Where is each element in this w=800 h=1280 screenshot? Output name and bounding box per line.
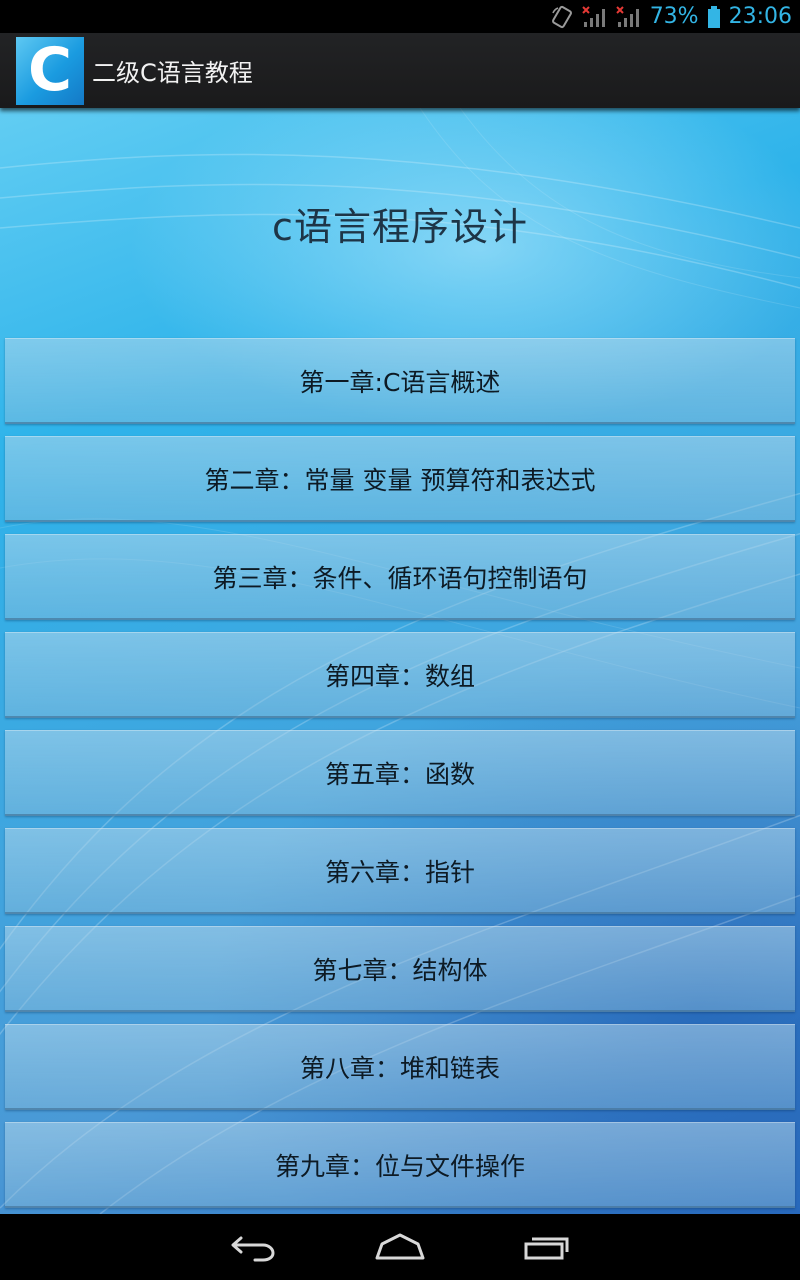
- chapter-list: 第一章:C语言概述 第二章：常量 变量 预算符和表达式 第三章：条件、循环语句控…: [5, 338, 795, 1214]
- back-icon[interactable]: [229, 1232, 277, 1262]
- chapter-8-button[interactable]: 第八章：堆和链表: [5, 1024, 795, 1110]
- signal-no-sim-icon: [615, 5, 642, 29]
- chapter-2-button[interactable]: 第二章：常量 变量 预算符和表达式: [5, 436, 795, 522]
- chapter-6-button[interactable]: 第六章：指针: [5, 828, 795, 914]
- clock: 23:06: [728, 4, 792, 29]
- chapter-4-button[interactable]: 第四章：数组: [5, 632, 795, 718]
- chapter-9-button[interactable]: 第九章：位与文件操作: [5, 1122, 795, 1208]
- page-title: c语言程序设计: [272, 205, 528, 249]
- chapter-1-button[interactable]: 第一章:C语言概述: [5, 338, 795, 424]
- action-bar: C 二级C语言教程: [0, 33, 800, 108]
- app-title: 二级C语言教程: [92, 59, 253, 87]
- status-bar: 73% 23:06: [0, 0, 800, 33]
- battery-icon: [707, 5, 721, 29]
- chapter-5-button[interactable]: 第五章：函数: [5, 730, 795, 816]
- battery-percent: 73%: [649, 4, 699, 29]
- rotation-lock-icon: [550, 5, 574, 29]
- app-logo-letter: C: [27, 36, 73, 105]
- recent-apps-icon[interactable]: [523, 1232, 571, 1262]
- navigation-bar: [0, 1214, 800, 1280]
- chapter-7-button[interactable]: 第七章：结构体: [5, 926, 795, 1012]
- main-content: c语言程序设计 第一章:C语言概述 第二章：常量 变量 预算符和表达式 第三章：…: [0, 108, 800, 1214]
- chapter-3-button[interactable]: 第三章：条件、循环语句控制语句: [5, 534, 795, 620]
- signal-no-sim-icon: [581, 5, 608, 29]
- app-logo[interactable]: C: [16, 36, 84, 105]
- home-icon[interactable]: [374, 1232, 426, 1262]
